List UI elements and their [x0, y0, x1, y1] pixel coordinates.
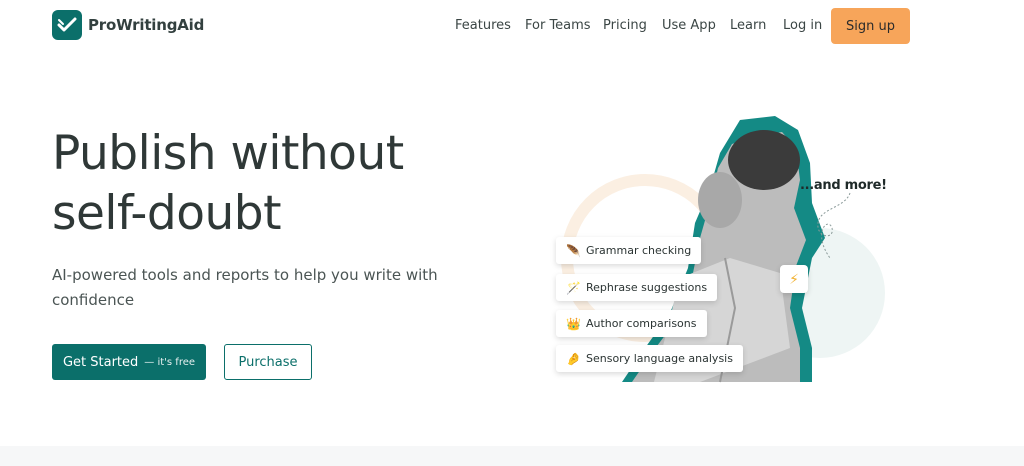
- hero-subtitle: AI-powered tools and reports to help you…: [52, 266, 438, 309]
- get-started-label: Get Started: [62, 354, 139, 370]
- feature-label: Author comparisons: [586, 317, 697, 330]
- nav-learn[interactable]: Learn: [730, 18, 766, 33]
- feature-chip-grammar: 🪶 Grammar checking: [556, 237, 702, 264]
- feature-chip-author: 👑 Author comparisons: [556, 310, 707, 337]
- nav-pricing[interactable]: Pricing: [603, 18, 647, 33]
- hand-icon: 🤌: [566, 351, 581, 366]
- and-more-label: ...and more!: [800, 178, 887, 193]
- feature-chip-sensory: 🤌 Sensory language analysis: [556, 345, 743, 372]
- logo[interactable]: ProWritingAid: [52, 10, 204, 40]
- nav-use-app[interactable]: Use App: [662, 18, 716, 33]
- feature-label: Grammar checking: [586, 244, 692, 257]
- hero-title-line2: self-doubt: [52, 186, 282, 241]
- crown-icon: 👑: [566, 316, 581, 331]
- next-section-band: [0, 446, 1024, 466]
- magic-wand-icon: 🪄: [566, 280, 581, 295]
- quill-icon: 🪶: [566, 243, 581, 258]
- get-started-button[interactable]: Get Started — it's free: [52, 344, 206, 380]
- nav-features[interactable]: Features: [455, 18, 511, 33]
- nav-log-in[interactable]: Log in: [783, 18, 822, 33]
- feature-label: Rephrase suggestions: [586, 281, 708, 294]
- signup-button[interactable]: Sign up: [831, 8, 910, 44]
- hero-title-line1: Publish without: [52, 126, 404, 181]
- brand-name: ProWritingAid: [88, 16, 205, 34]
- top-nav: ProWritingAid Features For Teams Pricing…: [0, 0, 1024, 52]
- purchase-button[interactable]: Purchase: [224, 344, 312, 380]
- nav-for-teams[interactable]: For Teams: [525, 18, 591, 33]
- feature-chip-rephrase: 🪄 Rephrase suggestions: [556, 274, 718, 301]
- feature-label: Sensory language analysis: [586, 352, 733, 365]
- lightning-icon: ⚡: [780, 265, 808, 293]
- get-started-note: — it's free: [144, 356, 196, 368]
- hero-title: Publish without self-doubt: [52, 124, 482, 244]
- logo-icon: [52, 10, 82, 40]
